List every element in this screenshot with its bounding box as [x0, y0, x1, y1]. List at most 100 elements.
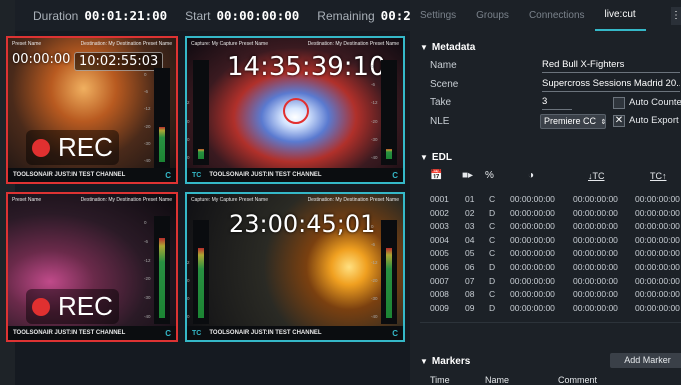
edl-transition: C — [489, 289, 496, 300]
rec-indicator: REC — [26, 289, 119, 324]
tc-label: TC — [192, 329, 202, 337]
tc-in-header[interactable]: ↓TC — [588, 171, 605, 181]
edl-record-in: 00:00:00:00 — [573, 234, 618, 245]
edl-row[interactable]: 0009 09 D 00:00:00:00 00:00:00:00 00:00:00:00 — [430, 303, 681, 316]
edl-event-number: 0007 — [430, 275, 449, 286]
record-dot-icon — [32, 297, 50, 316]
edl-record-in: 00:00:00:00 — [573, 221, 618, 232]
edl-row[interactable]: 0006 06 D 00:00:00:00 00:00:00:00 00:00:00:00 — [430, 262, 681, 275]
video-tile-1[interactable]: Preset Name Destination: My Destination … — [6, 36, 178, 184]
take-field[interactable]: 3 — [542, 96, 572, 110]
edl-reel: 04 — [465, 234, 475, 245]
meter-scale-label: -30 — [371, 296, 378, 301]
markers-section-title[interactable]: ▼ Markers — [420, 356, 470, 367]
edl-row[interactable]: 0007 07 D 00:00:00:00 00:00:00:00 00:00:00:00 — [430, 276, 681, 289]
divider — [420, 322, 681, 323]
markers-title-text: Markers — [431, 356, 471, 367]
edl-transition: C — [489, 234, 496, 245]
audio-meter: 0 -6 -12 -20 -30 -40 — [144, 216, 170, 324]
audio-meter-level — [198, 248, 204, 318]
channel-name: TOOLSONAIR JUST:IN TEST CHANNEL — [13, 172, 126, 178]
edl-transition: D — [489, 275, 496, 286]
audio-meter-left: 0 -6 -12 -20 -30 -40 — [187, 220, 209, 324]
rec-label: REC — [58, 291, 113, 321]
channel-corner-label: C — [165, 170, 171, 180]
edl-row[interactable]: 0008 08 C 00:00:00:00 00:00:00:00 00:00:00:00 — [430, 289, 681, 302]
tab-livecut[interactable]: live:cut — [594, 0, 646, 31]
audio-meter-right: 0 -6 -12 -20 -30 -40 — [371, 60, 397, 165]
tab-settings[interactable]: Settings — [410, 0, 466, 31]
edl-record-out: 00:00:00:00 — [635, 234, 680, 245]
edl-row[interactable]: 0003 03 C 00:00:00:00 00:00:00:00 00:00:00:00 — [430, 221, 681, 234]
tc-label: TC — [192, 171, 202, 179]
video-tile-3[interactable]: Preset Name Destination: My Destination … — [6, 192, 178, 342]
video-camera-icon: ■▸ — [462, 170, 474, 181]
destination-preset-label: Destination: My Destination Preset Name — [307, 41, 399, 47]
edl-record-out: 00:00:00:00 — [635, 207, 680, 218]
tab-connections[interactable]: Connections — [519, 0, 595, 31]
destination-preset-label: Destination: My Destination Preset Name — [307, 197, 399, 203]
destination-preset-label: Destination: My Destination Preset Name — [80, 197, 172, 203]
timecode-counter: 00:00:00 — [12, 52, 71, 67]
timecode-box: 10:02:55:03 — [74, 52, 164, 71]
nle-selected-value: Premiere CC — [544, 116, 597, 126]
edl-record-out: 00:00:00:00 — [635, 262, 680, 272]
rec-label: REC — [58, 132, 113, 162]
auto-counter-checkbox[interactable] — [613, 97, 625, 109]
channel-corner-label: C — [392, 170, 398, 180]
audio-meter-left: 0 -6 -12 -20 -30 -40 — [187, 60, 209, 165]
edl-reel: 05 — [465, 248, 475, 259]
edl-event-number: 0005 — [430, 248, 449, 259]
capture-preset-label: Capture: My Capture Preset Name — [191, 41, 268, 47]
meter-scale-label: -6 — [187, 242, 188, 247]
edl-source-in: 00:00:00:00 — [510, 302, 555, 313]
collapse-arrow-icon: ▼ — [420, 153, 428, 162]
edl-row[interactable]: 0002 02 D 00:00:00:00 00:00:00:00 00:00:00:00 — [430, 208, 681, 221]
tc-out-header[interactable]: TC↑ — [650, 171, 667, 181]
timecode-display: 14:35:39:10 — [227, 52, 386, 82]
meter-scale-label: -6 — [371, 82, 376, 88]
edl-reel: 09 — [465, 302, 475, 313]
meter-scale-label: -20 — [371, 278, 378, 283]
edl-row[interactable]: 0005 05 C 00:00:00:00 00:00:00:00 00:00:00:00 — [430, 248, 681, 261]
audio-meter-level — [386, 248, 392, 318]
transition-percent-icon: % — [485, 170, 494, 181]
edl-title-text: EDL — [431, 152, 452, 163]
edl-record-out: 00:00:00:00 — [635, 248, 680, 259]
meter-scale-label: -20 — [371, 118, 378, 124]
edl-header-row: 📅 ■▸ % ◑ ↓TC TC↑ — [420, 170, 680, 187]
meter-scale-label: -40 — [371, 155, 378, 160]
speed-dial-icon: ◑ — [528, 170, 535, 181]
edl-reel: 07 — [465, 275, 475, 286]
scene-field[interactable]: Supercross Sessions Madrid 20... — [542, 78, 680, 92]
more-tabs-icon[interactable]: ⋮ — [671, 7, 681, 25]
add-marker-button[interactable]: Add Marker — [610, 353, 681, 368]
meter-scale-label: -30 — [144, 140, 151, 146]
name-field[interactable]: Red Bull X-Fighters — [542, 59, 680, 73]
tile-footer: TOOLSONAIR JUST:IN TEST CHANNEL C — [8, 326, 176, 340]
edl-record-in: 00:00:00:00 — [573, 289, 618, 300]
metadata-section-title[interactable]: ▼ Metadata — [420, 42, 475, 53]
meter-scale-label: -6 — [187, 82, 188, 87]
edl-source-in: 00:00:00:00 — [510, 248, 555, 259]
edl-row[interactable]: 0004 04 C 00:00:00:00 00:00:00:00 00:00:00:00 — [430, 235, 681, 248]
meter-scale-label: -40 — [187, 155, 190, 160]
video-tile-2[interactable]: Capture: My Capture Preset Name Destinat… — [185, 36, 405, 184]
meter-scale-label: 0 — [185, 224, 186, 229]
meter-scale-label: -30 — [144, 295, 151, 301]
record-dot-icon — [32, 138, 50, 157]
start-label: Start — [185, 8, 211, 23]
start-group: Start 00:00:00:00 — [185, 8, 299, 23]
side-panel: Settings Groups Connections live:cut ⋮ ▼… — [410, 0, 681, 385]
auto-export-checkbox[interactable]: ✕ — [613, 115, 625, 127]
channel-corner-label: C — [392, 328, 398, 338]
nle-select[interactable]: Premiere CC ⇕ — [540, 114, 606, 129]
video-tile-4[interactable]: Capture: My Capture Preset Name Destinat… — [185, 192, 405, 342]
edl-row[interactable]: 0001 01 C 00:00:00:00 00:00:00:00 00:00:00:00 — [430, 194, 681, 207]
edl-section-title[interactable]: ▼ EDL — [420, 152, 452, 163]
edl-source-in: 00:00:00:00 — [510, 262, 555, 272]
tab-groups[interactable]: Groups — [466, 0, 519, 31]
capture-preset-label: Preset Name — [12, 197, 42, 203]
meter-scale-label: -12 — [187, 260, 190, 265]
edl-reel: 08 — [465, 289, 475, 300]
